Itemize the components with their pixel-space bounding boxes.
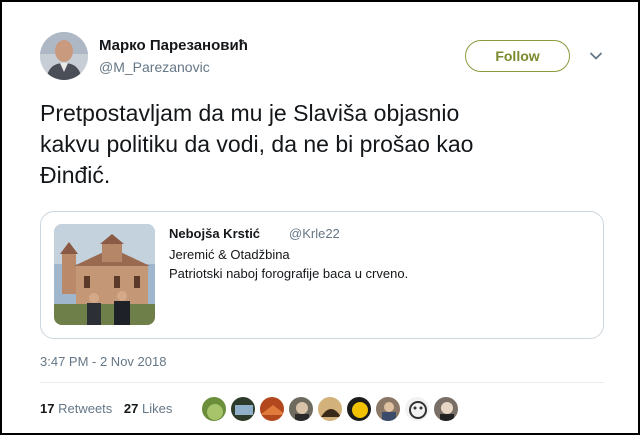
retweets-stat[interactable]: 17 Retweets — [40, 401, 116, 416]
author-handle[interactable]: @M_Parezanovic — [99, 59, 210, 75]
divider — [40, 382, 604, 383]
likes-count: 27 — [123, 401, 139, 416]
liker-avatar[interactable] — [346, 396, 372, 422]
tweet-line-1: Pretpostavljam da mu je Slaviša objasnio — [40, 100, 460, 126]
quoted-tweet[interactable]: Nebojša Krstić @Krle22 Jeremić & Otadžbi… — [40, 211, 604, 339]
liker-avatar[interactable] — [201, 396, 227, 422]
author-name[interactable]: Марко Парезановић — [99, 37, 248, 54]
liker-avatar[interactable] — [230, 396, 256, 422]
quoted-text-line-1: Jeremić & Otadžbina — [169, 247, 290, 262]
chevron-down-icon[interactable] — [588, 48, 604, 64]
follow-button[interactable]: Follow — [465, 40, 570, 72]
tweet-line-3: Đinđić. — [40, 162, 111, 188]
liker-avatar[interactable] — [433, 396, 459, 422]
tweet-card: Марко Парезановић @M_Parezanovic Follow … — [0, 0, 640, 435]
retweets-label: Retweets — [58, 401, 113, 416]
retweets-count: 17 — [40, 401, 55, 416]
quoted-text-line-2: Patriotski naboj forografije baca u crve… — [169, 266, 409, 281]
tweet-text: Pretpostavljam da mu je Slaviša objasnio… — [40, 98, 600, 191]
tweet-timestamp[interactable]: 3:47 PM - 2 Nov 2018 — [40, 354, 166, 369]
engagement-stats: 17 Retweets 27 Likes — [40, 401, 180, 416]
quoted-tweet-image[interactable] — [54, 224, 155, 325]
liker-avatar[interactable] — [259, 396, 285, 422]
quoted-author-handle[interactable]: @Krle22 — [289, 226, 340, 241]
liker-avatar[interactable] — [317, 396, 343, 422]
liker-avatar[interactable] — [375, 396, 401, 422]
likes-label: Likes — [142, 401, 173, 416]
quoted-author-name[interactable]: Nebojša Krstić — [169, 226, 260, 241]
liker-avatar[interactable] — [404, 396, 430, 422]
tweet-line-2: kakvu politiku da vodi, da ne bi prošao … — [40, 131, 474, 157]
author-avatar[interactable] — [40, 32, 88, 80]
liker-avatar[interactable] — [288, 396, 314, 422]
likes-stat[interactable]: 27 Likes — [124, 401, 172, 416]
